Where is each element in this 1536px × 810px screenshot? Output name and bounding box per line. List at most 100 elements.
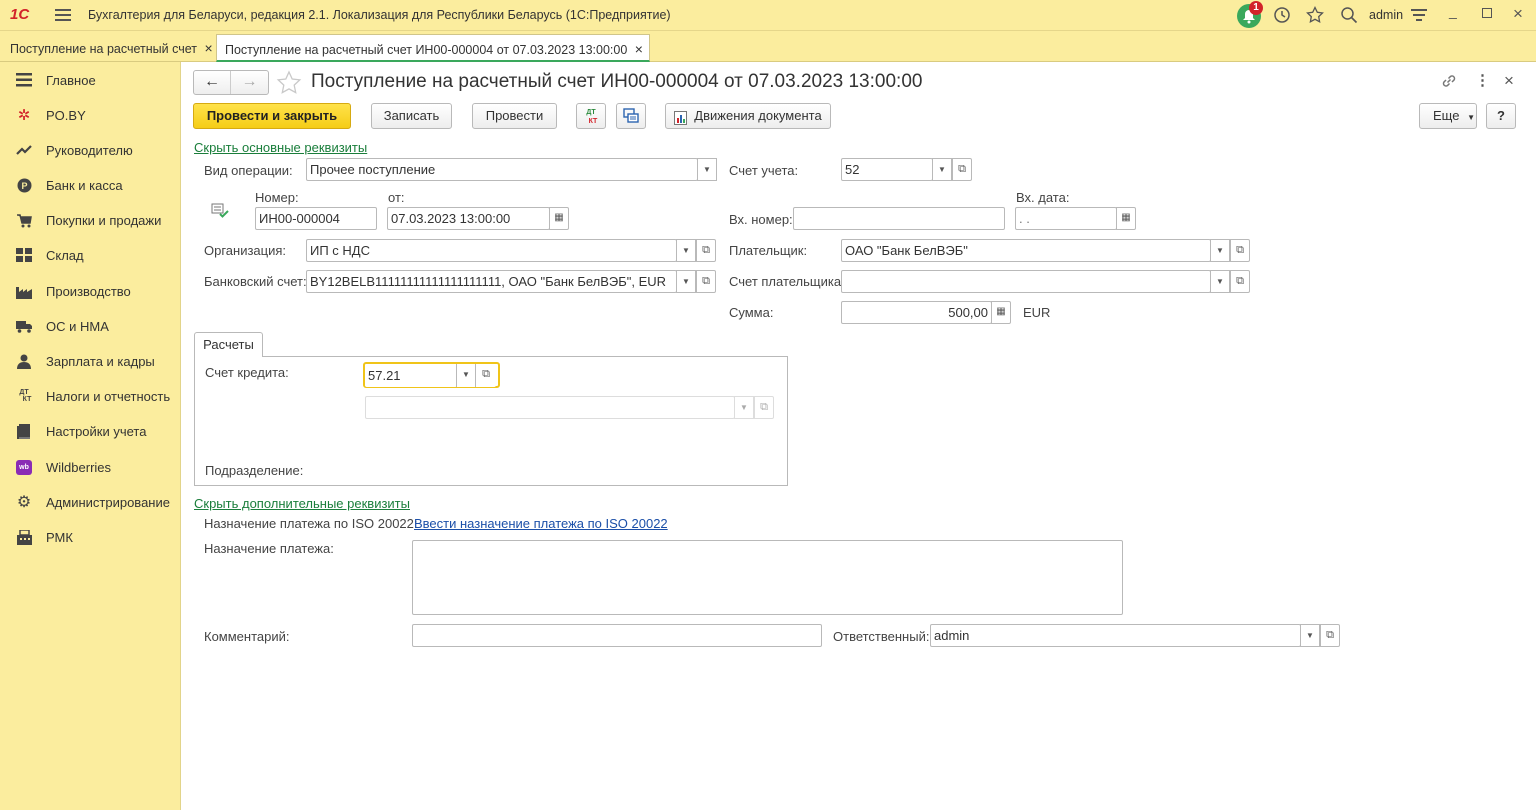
tab-close-icon[interactable]: × (635, 41, 643, 57)
tab-close-icon[interactable]: × (204, 40, 212, 56)
bank-account-dropdown-icon[interactable]: ▼ (676, 270, 696, 293)
responsible-field[interactable]: admin (930, 624, 1301, 647)
hide-main-requisites-link[interactable]: Скрыть основные реквизиты (194, 140, 367, 155)
cart-icon (16, 212, 32, 228)
incoming-date-field[interactable]: . . (1015, 207, 1117, 230)
sidebar-item-taxes-reports[interactable]: ДТ КТ Налоги и отчетность (0, 379, 181, 413)
notification-count-badge: 1 (1249, 1, 1263, 15)
user-name[interactable]: admin (1369, 8, 1403, 22)
structure-button[interactable] (616, 103, 646, 129)
organization-open-icon[interactable]: ⧉ (696, 239, 716, 262)
settings-lines-icon[interactable] (1411, 8, 1427, 22)
operation-type-dropdown-icon[interactable]: ▼ (697, 158, 717, 181)
credit-account-open-icon[interactable]: ⧉ (476, 364, 496, 387)
register-icon (16, 529, 32, 545)
bank-account-open-icon[interactable]: ⧉ (696, 270, 716, 293)
sidebar-item-main[interactable]: Главное (0, 63, 181, 97)
subconto-field[interactable] (365, 396, 735, 419)
payer-open-icon[interactable]: ⧉ (1230, 239, 1250, 262)
account-open-icon[interactable]: ⧉ (952, 158, 972, 181)
responsible-open-icon[interactable]: ⧉ (1320, 624, 1340, 647)
link-icon[interactable] (1440, 72, 1458, 90)
document-movements-button[interactable]: Движения документа (665, 103, 831, 129)
organization-field[interactable]: ИП с НДС (306, 239, 677, 262)
favorite-star-icon[interactable] (276, 70, 302, 96)
payer-account-open-icon[interactable]: ⧉ (1230, 270, 1250, 293)
date-field[interactable]: 07.03.2023 13:00:00 (387, 207, 550, 230)
sum-field[interactable]: 500,00 (841, 301, 992, 324)
tab-receipt-document[interactable]: Поступление на расчетный счет ИН00-00000… (216, 34, 650, 62)
sidebar-item-administration[interactable]: ⚙ Администрирование (0, 485, 181, 519)
more-button[interactable]: Еще ▼ (1419, 103, 1477, 129)
organization-dropdown-icon[interactable]: ▼ (676, 239, 696, 262)
history-icon[interactable] (1271, 4, 1293, 26)
close-form-icon[interactable]: × (1504, 71, 1514, 91)
restore-icon[interactable] (1482, 8, 1492, 18)
document-movements-label: Движения документа (694, 108, 822, 123)
forward-arrow-icon[interactable]: → (231, 71, 268, 94)
tab-calculations[interactable]: Расчеты (194, 332, 263, 357)
truck-icon (16, 318, 32, 334)
comment-field[interactable] (412, 624, 822, 647)
minimize-icon[interactable]: _ (1449, 3, 1457, 19)
warehouse-icon (16, 247, 32, 263)
title-bar: 1С Бухгалтерия для Беларуси, редакция 2.… (0, 0, 1536, 31)
account-field[interactable]: 52 (841, 158, 933, 181)
sidebar-item-production[interactable]: Производство (0, 274, 181, 308)
incoming-number-label: Вх. номер: (729, 212, 793, 227)
sidebar-item-label: Налоги и отчетность (46, 389, 171, 404)
help-button[interactable]: ? (1486, 103, 1516, 129)
sidebar-item-rmk[interactable]: РМК (0, 520, 181, 554)
account-dropdown-icon[interactable]: ▼ (932, 158, 952, 181)
post-button[interactable]: Провести (472, 103, 557, 129)
more-actions-icon[interactable]: ⋮ (1475, 71, 1490, 89)
search-icon[interactable] (1338, 4, 1360, 26)
dt-kt-button[interactable]: ДТ КТ (576, 103, 606, 129)
tab-label: Поступление на расчетный счет (10, 42, 197, 56)
credit-account-dropdown-icon[interactable]: ▼ (456, 364, 476, 387)
sidebar-item-bank-cash[interactable]: P Банк и касса (0, 168, 181, 202)
payer-account-dropdown-icon[interactable]: ▼ (1210, 270, 1230, 293)
calculator-icon[interactable]: ▦ (991, 301, 1011, 324)
iso-purpose-link[interactable]: Ввести назначение платежа по ISO 20022 (414, 516, 668, 531)
subconto-open-icon[interactable]: ⧉ (754, 396, 774, 419)
document-structure-icon (623, 108, 639, 127)
incoming-date-calendar-icon[interactable]: ▦ (1116, 207, 1136, 230)
sidebar-item-fixed-assets[interactable]: ОС и НМА (0, 309, 181, 343)
sidebar-item-label: Покупки и продажи (46, 213, 162, 228)
number-field[interactable]: ИН00-000004 (255, 207, 377, 230)
sidebar-item-poby[interactable]: ✲ PO.BY (0, 98, 181, 132)
sidebar-item-director[interactable]: Руководителю (0, 133, 181, 167)
sidebar-item-salary-hr[interactable]: Зарплата и кадры (0, 344, 181, 378)
write-button[interactable]: Записать (371, 103, 452, 129)
close-window-icon[interactable]: × (1513, 4, 1523, 24)
tab-receipts-list[interactable]: Поступление на расчетный счет × (2, 34, 214, 62)
responsible-dropdown-icon[interactable]: ▼ (1300, 624, 1320, 647)
post-and-close-button[interactable]: Провести и закрыть (193, 103, 351, 129)
payer-field[interactable]: ОАО "Банк БелВЭБ" (841, 239, 1211, 262)
hide-extra-requisites-link[interactable]: Скрыть дополнительные реквизиты (194, 496, 410, 511)
incoming-date-label: Вх. дата: (1016, 190, 1070, 205)
sidebar-item-wildberries[interactable]: wb Wildberries (0, 450, 181, 484)
payer-dropdown-icon[interactable]: ▼ (1210, 239, 1230, 262)
bank-account-field[interactable]: BY12BELB11111111111111111111, ОАО "Банк … (306, 270, 677, 293)
subconto-dropdown-icon[interactable]: ▼ (734, 396, 754, 419)
incoming-number-field[interactable] (793, 207, 1005, 230)
payer-account-field[interactable] (841, 270, 1211, 293)
sidebar-item-label: Производство (46, 284, 131, 299)
sidebar-item-label: Склад (46, 248, 84, 263)
payment-purpose-textarea[interactable] (412, 540, 1123, 615)
sidebar-item-purchases-sales[interactable]: Покупки и продажи (0, 203, 181, 237)
book-icon (16, 423, 32, 439)
hamburger-menu-icon[interactable] (55, 7, 71, 23)
sidebar-item-warehouse[interactable]: Склад (0, 238, 181, 272)
favorites-star-icon[interactable] (1304, 4, 1326, 26)
sum-label: Сумма: (729, 305, 774, 320)
credit-account-field[interactable]: 57.21 (365, 364, 457, 387)
operation-type-field[interactable]: Прочее поступление (306, 158, 698, 181)
date-calendar-icon[interactable]: ▦ (549, 207, 569, 230)
currency-label: EUR (1023, 305, 1051, 320)
back-arrow-icon[interactable]: ← (194, 71, 231, 94)
payment-purpose-label: Назначение платежа: (204, 541, 334, 556)
sidebar-item-accounting-settings[interactable]: Настройки учета (0, 414, 181, 448)
